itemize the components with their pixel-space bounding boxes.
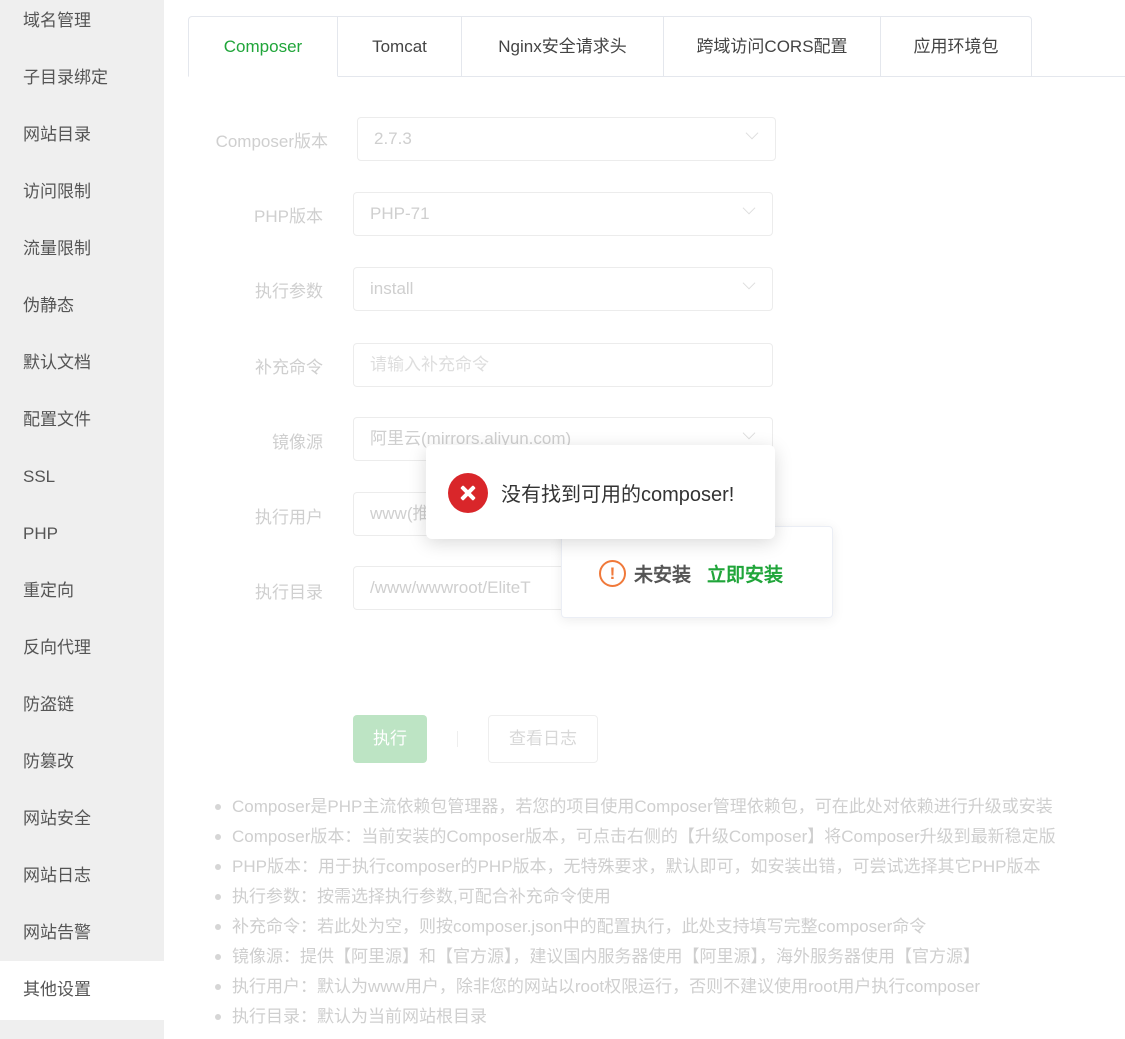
sidebar-item-site-dir[interactable]: 网站目录 bbox=[0, 106, 164, 163]
tab-tomcat[interactable]: Tomcat bbox=[338, 16, 462, 77]
sidebar-item-ssl[interactable]: SSL bbox=[0, 448, 164, 505]
execute-button[interactable]: 执行 bbox=[353, 715, 427, 763]
sidebar-item-php[interactable]: PHP bbox=[0, 505, 164, 562]
sidebar-item-tamper-proof[interactable]: 防篡改 bbox=[0, 733, 164, 790]
composer-status-popover: ! 未安装 立即安装 bbox=[561, 526, 833, 618]
exec-dir-value: /www/wwwroot/EliteT bbox=[370, 578, 531, 597]
composer-version-select[interactable]: 2.7.3 bbox=[357, 117, 776, 161]
tab-composer[interactable]: Composer bbox=[188, 16, 338, 77]
sidebar-item-hotlink[interactable]: 防盗链 bbox=[0, 676, 164, 733]
composer-version-value: 2.7.3 bbox=[374, 129, 412, 148]
sidebar-item-redirect[interactable]: 重定向 bbox=[0, 562, 164, 619]
sidebar-item-other-settings[interactable]: 其他设置 bbox=[0, 961, 164, 1020]
exec-dir-label: 执行目录 bbox=[255, 583, 323, 602]
php-version-value: PHP-71 bbox=[370, 204, 430, 223]
warning-circle-icon: ! bbox=[599, 559, 626, 587]
toast-message: 没有找到可用的composer! bbox=[501, 484, 735, 506]
button-divider bbox=[457, 731, 458, 747]
chevron-down-icon bbox=[742, 426, 756, 440]
help-item: Composer版本：当前安装的Composer版本，可点击右侧的【升级Comp… bbox=[215, 822, 1056, 852]
sidebar-item-reverse-proxy[interactable]: 反向代理 bbox=[0, 619, 164, 676]
help-item: 执行参数：按需选择执行参数,可配合补充命令使用 bbox=[215, 882, 1056, 912]
help-item: 执行用户：默认为www用户，除非您的网站以root权限运行，否则不建议使用roo… bbox=[215, 972, 1056, 1002]
sidebar-item-domain[interactable]: 域名管理 bbox=[0, 0, 164, 49]
help-item: 镜像源：提供【阿里源】和【官方源】，建议国内服务器使用【阿里源】，海外服务器使用… bbox=[215, 942, 1056, 972]
exec-param-value: install bbox=[370, 279, 414, 298]
help-item: 补充命令：若此处为空，则按composer.json中的配置执行，此处支持填写完… bbox=[215, 912, 1056, 942]
chevron-down-icon bbox=[742, 276, 756, 290]
chevron-down-icon bbox=[745, 126, 759, 140]
view-log-button[interactable]: 查看日志 bbox=[488, 715, 598, 763]
sidebar-item-traffic-limit[interactable]: 流量限制 bbox=[0, 220, 164, 277]
exec-param-select[interactable]: install bbox=[353, 267, 773, 311]
sidebar-item-subdir-binding[interactable]: 子目录绑定 bbox=[0, 49, 164, 106]
chevron-down-icon bbox=[742, 201, 756, 215]
sidebar-item-config-file[interactable]: 配置文件 bbox=[0, 391, 164, 448]
mirror-label: 镜像源 bbox=[272, 433, 323, 452]
extra-cmd-placeholder: 请输入补充命令 bbox=[370, 355, 489, 374]
help-item: PHP版本：用于执行composer的PHP版本，无特殊要求，默认即可，如安装出… bbox=[215, 852, 1056, 882]
exec-param-label: 执行参数 bbox=[255, 282, 323, 301]
sidebar-item-site-log[interactable]: 网站日志 bbox=[0, 847, 164, 904]
error-toast: 没有找到可用的composer! bbox=[426, 445, 775, 539]
not-installed-status: 未安装 bbox=[634, 564, 692, 586]
sidebar-item-site-security[interactable]: 网站安全 bbox=[0, 790, 164, 847]
extra-cmd-label: 补充命令 bbox=[255, 358, 323, 377]
sidebar-item-default-doc[interactable]: 默认文档 bbox=[0, 334, 164, 391]
tab-cors-config[interactable]: 跨域访问CORS配置 bbox=[664, 16, 881, 77]
extra-cmd-input[interactable]: 请输入补充命令 bbox=[353, 343, 773, 387]
composer-version-label: Composer版本 bbox=[215, 132, 328, 151]
sidebar-item-site-alert[interactable]: 网站告警 bbox=[0, 904, 164, 961]
php-version-select[interactable]: PHP-71 bbox=[353, 192, 773, 236]
tab-nginx-security-headers[interactable]: Nginx安全请求头 bbox=[462, 16, 664, 77]
install-now-link[interactable]: 立即安装 bbox=[707, 560, 783, 587]
help-item: Composer是PHP主流依赖包管理器，若您的项目使用Composer管理依赖… bbox=[215, 792, 1056, 822]
help-item: 执行目录：默认为当前网站根目录 bbox=[215, 1002, 1056, 1032]
tab-bar: Composer Tomcat Nginx安全请求头 跨域访问CORS配置 应用… bbox=[188, 16, 1032, 77]
sidebar-item-rewrite[interactable]: 伪静态 bbox=[0, 277, 164, 334]
exec-user-label: 执行用户 bbox=[255, 508, 323, 527]
php-version-label: PHP版本 bbox=[254, 207, 323, 226]
sidebar: 域名管理 子目录绑定 网站目录 访问限制 流量限制 伪静态 默认文档 配置文件 … bbox=[0, 0, 164, 1039]
tab-app-env-package[interactable]: 应用环境包 bbox=[881, 16, 1032, 77]
error-circle-icon bbox=[448, 473, 488, 513]
help-list: Composer是PHP主流依赖包管理器，若您的项目使用Composer管理依赖… bbox=[215, 792, 1056, 1032]
sidebar-item-access-limit[interactable]: 访问限制 bbox=[0, 163, 164, 220]
